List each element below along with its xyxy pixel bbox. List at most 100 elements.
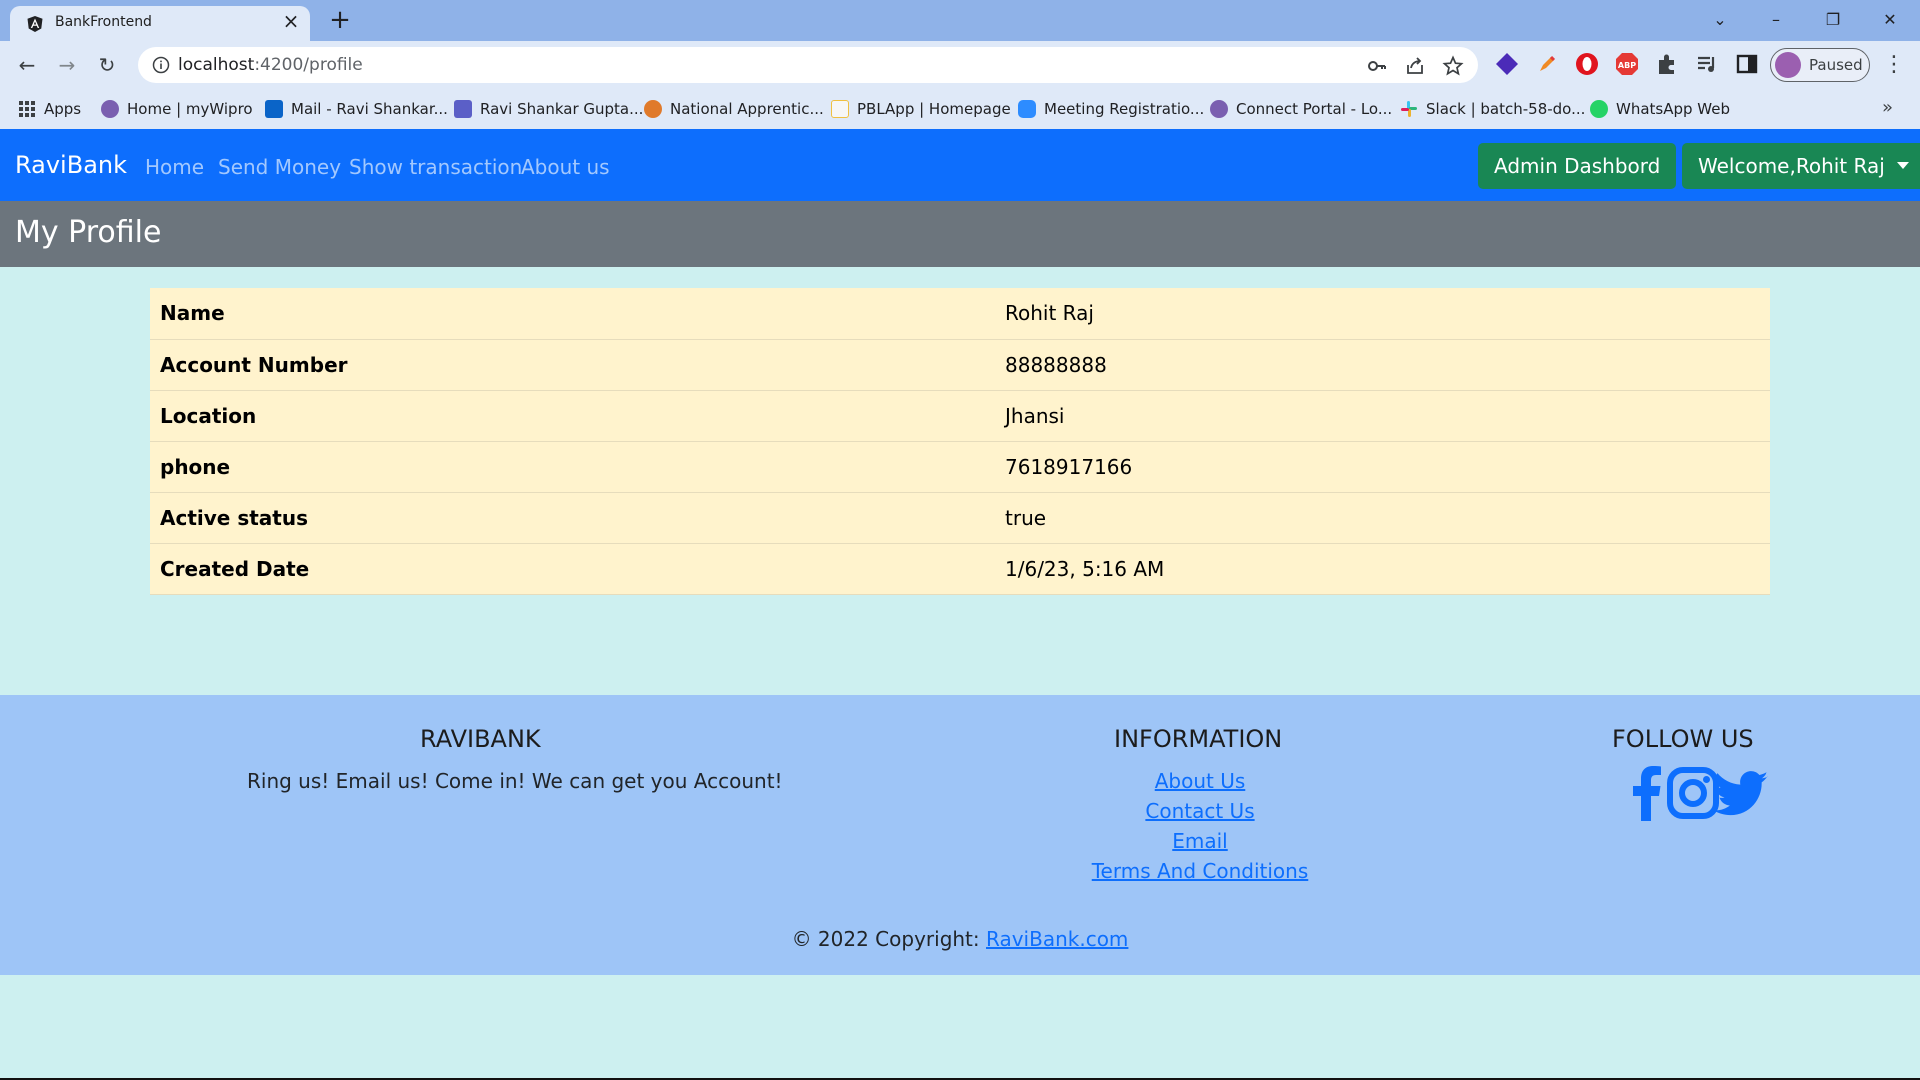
bookmark-meeting-registration[interactable]: Meeting Registratio...	[1018, 98, 1204, 120]
profile-table: Name Rohit Raj Account Number 88888888 L…	[150, 288, 1770, 595]
twitter-icon[interactable]	[1714, 771, 1769, 817]
bookmark-connect-portal[interactable]: Connect Portal - Lo...	[1210, 98, 1392, 120]
field-value: 88888888	[1005, 339, 1770, 391]
browser-toolbar: ← → ↻ localhost:4200/profile ABP Paused …	[0, 41, 1920, 89]
field-label: Account Number	[150, 339, 1005, 391]
new-tab-icon[interactable]: +	[326, 6, 354, 34]
avatar	[1775, 52, 1801, 78]
apps-grid-icon	[19, 101, 35, 117]
back-icon[interactable]: ←	[13, 51, 41, 79]
zoom-icon	[1018, 100, 1036, 118]
angular-icon	[27, 16, 43, 32]
wipro-icon	[101, 100, 119, 118]
adblock-plus-icon[interactable]: ABP	[1614, 51, 1640, 77]
bookmark-mail[interactable]: Mail - Ravi Shankar...	[265, 98, 448, 120]
bookmark-star-icon[interactable]	[1442, 55, 1464, 77]
field-value: Rohit Raj	[1005, 288, 1770, 340]
bookmarks-bar: Apps Home | myWipro Mail - Ravi Shankar.…	[0, 89, 1920, 129]
browser-tab-strip: BankFrontend × + ⌄ – ❐ ✕	[0, 0, 1920, 41]
field-value: 1/6/23, 5:16 AM	[1005, 543, 1770, 595]
bookmark-label: PBLApp | Homepage	[857, 100, 1011, 118]
extensions-puzzle-icon[interactable]	[1654, 51, 1680, 77]
field-label: Name	[150, 288, 1005, 340]
key-icon[interactable]	[1366, 55, 1388, 77]
field-label: phone	[150, 441, 1005, 493]
side-panel-icon[interactable]	[1734, 51, 1760, 77]
extension-diamond-icon[interactable]	[1494, 51, 1520, 77]
field-label: Active status	[150, 492, 1005, 544]
browser-tab[interactable]: BankFrontend ×	[10, 6, 310, 41]
bookmark-slack[interactable]: Slack | batch-58-do...	[1400, 98, 1585, 120]
bookmark-label: Home | myWipro	[127, 100, 253, 118]
bookmark-mywipro[interactable]: Home | myWipro	[101, 98, 253, 120]
footer-tagline: Ring us! Email us! Come in! We can get y…	[247, 769, 783, 793]
extension-pen-icon[interactable]	[1534, 51, 1560, 77]
browser-menu-icon[interactable]: ⋮	[1882, 53, 1906, 77]
wipro-icon	[1210, 100, 1228, 118]
nav-link-home[interactable]: Home	[145, 155, 204, 179]
bookmark-apps[interactable]: Apps	[18, 98, 81, 120]
tab-search-chevron-icon[interactable]: ⌄	[1702, 4, 1738, 36]
facebook-icon[interactable]	[1632, 765, 1662, 821]
field-label: Location	[150, 390, 1005, 442]
share-icon[interactable]	[1404, 55, 1426, 77]
bookmark-label: National Apprentic...	[670, 100, 824, 118]
navbar-brand[interactable]: RaviBank	[15, 151, 127, 179]
table-row: Active status true	[150, 492, 1770, 544]
site-footer: RAVIBANK Ring us! Email us! Come in! We …	[0, 695, 1920, 975]
table-row: Account Number 88888888	[150, 339, 1770, 391]
footer-link-about-us[interactable]: About Us	[1155, 769, 1246, 793]
field-value: 7618917166	[1005, 441, 1770, 493]
table-row: Created Date 1/6/23, 5:16 AM	[150, 543, 1770, 595]
media-queue-icon[interactable]	[1694, 51, 1720, 77]
footer-brand-heading: RAVIBANK	[420, 725, 541, 753]
svg-text:ABP: ABP	[1618, 61, 1636, 70]
address-bar[interactable]: localhost:4200/profile	[138, 47, 1478, 83]
outlook-icon	[265, 100, 283, 118]
caret-down-icon	[1896, 162, 1909, 169]
more-bookmarks-icon[interactable]: »	[1882, 97, 1893, 118]
tab-title: BankFrontend	[55, 14, 152, 30]
forward-icon[interactable]: →	[53, 51, 81, 79]
instagram-icon[interactable]	[1667, 767, 1719, 819]
bookmark-label: WhatsApp Web	[1616, 100, 1731, 118]
bookmark-label: Ravi Shankar Gupta...	[480, 100, 644, 118]
footer-link-contact-us[interactable]: Contact Us	[1145, 799, 1254, 823]
pblapp-icon	[831, 100, 849, 118]
user-menu-dropdown[interactable]: Welcome,Rohit Raj	[1682, 143, 1920, 189]
restore-icon[interactable]: ❐	[1815, 4, 1851, 36]
whatsapp-icon	[1590, 100, 1608, 118]
nav-link-show-transaction[interactable]: Show transaction	[349, 155, 522, 179]
copyright-notice: © 2022 Copyright: RaviBank.com	[0, 927, 1920, 951]
admin-dashboard-button[interactable]: Admin Dashbord	[1478, 143, 1677, 189]
teams-icon	[454, 100, 472, 118]
bookmark-whatsapp[interactable]: WhatsApp Web	[1590, 98, 1730, 120]
table-row: Name Rohit Raj	[150, 288, 1770, 340]
field-label: Created Date	[150, 543, 1005, 595]
footer-info-heading: INFORMATION	[1114, 725, 1283, 753]
minimize-icon[interactable]: –	[1758, 4, 1794, 36]
site-info-icon[interactable]	[152, 56, 170, 74]
footer-link-terms[interactable]: Terms And Conditions	[1092, 859, 1309, 883]
copyright-link[interactable]: RaviBank.com	[986, 927, 1128, 951]
bookmark-teams[interactable]: Ravi Shankar Gupta...	[454, 98, 643, 120]
nav-link-about-us[interactable]: About us	[521, 155, 610, 179]
profile-status: Paused	[1809, 56, 1863, 74]
table-row: phone 7618917166	[150, 441, 1770, 493]
profile-button[interactable]: Paused	[1770, 48, 1870, 82]
bookmark-label: Apps	[44, 100, 82, 118]
nav-link-send-money[interactable]: Send Money	[218, 155, 341, 179]
field-value: Jhansi	[1005, 390, 1770, 442]
bookmark-national-apprenticeship[interactable]: National Apprentic...	[644, 98, 824, 120]
close-window-icon[interactable]: ✕	[1872, 4, 1908, 36]
opera-extension-icon[interactable]	[1574, 51, 1600, 77]
bookmark-label: Slack | batch-58-do...	[1426, 100, 1586, 118]
bookmark-pblapp[interactable]: PBLApp | Homepage	[831, 98, 1011, 120]
page-header: My Profile	[0, 201, 1920, 267]
copyright-text: © 2022 Copyright:	[791, 927, 986, 951]
bookmark-label: Connect Portal - Lo...	[1236, 100, 1393, 118]
footer-link-email[interactable]: Email	[1172, 829, 1228, 853]
reload-icon[interactable]: ↻	[93, 51, 121, 79]
close-tab-icon[interactable]: ×	[280, 10, 302, 32]
field-value: true	[1005, 492, 1770, 544]
